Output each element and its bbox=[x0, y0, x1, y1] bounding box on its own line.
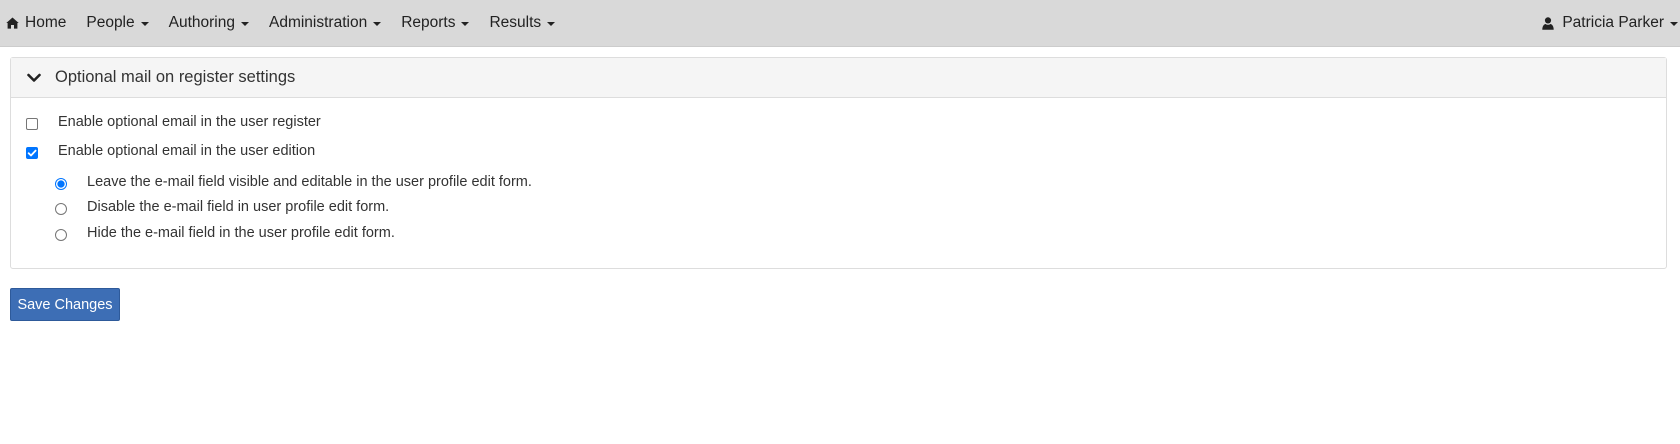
nav-item-reports[interactable]: Reports bbox=[391, 0, 479, 46]
save-changes-button[interactable]: Save Changes bbox=[10, 288, 120, 321]
nav-item-label: Authoring bbox=[168, 14, 235, 31]
panel-title: Optional mail on register settings bbox=[55, 68, 296, 86]
nav-item-label: Reports bbox=[401, 14, 456, 31]
enable-optional-email-register-label: Enable optional email in the user regist… bbox=[58, 114, 321, 130]
panel-heading[interactable]: Optional mail on register settings bbox=[11, 58, 1666, 98]
enable-optional-email-register-checkbox[interactable] bbox=[26, 118, 38, 130]
nav-item-authoring[interactable]: Authoring bbox=[159, 0, 259, 46]
user-menu-toggle[interactable]: Patricia Parker bbox=[1534, 0, 1680, 46]
nav-item-results[interactable]: Results bbox=[479, 0, 565, 46]
nav-item-label: Home bbox=[25, 14, 67, 31]
email-hide-radio[interactable] bbox=[55, 229, 67, 241]
caret-down-icon bbox=[1670, 22, 1678, 26]
email-hide-label: Hide the e-mail field in the user profil… bbox=[87, 225, 395, 241]
caret-down-icon bbox=[140, 22, 149, 26]
nav-item-home[interactable]: Home bbox=[0, 0, 76, 46]
nav-item-label: People bbox=[86, 14, 135, 31]
user-name: Patricia Parker bbox=[1562, 14, 1664, 31]
home-icon bbox=[6, 17, 19, 29]
chevron-down-icon bbox=[27, 73, 41, 82]
user-menu: Patricia Parker bbox=[1534, 0, 1680, 46]
caret-down-icon bbox=[547, 22, 556, 26]
enable-optional-email-edition-label: Enable optional email in the user editio… bbox=[58, 143, 316, 159]
nav-item-label: Results bbox=[489, 14, 542, 31]
user-icon bbox=[1542, 16, 1555, 30]
email-disable-radio[interactable] bbox=[55, 203, 67, 215]
caret-down-icon bbox=[373, 22, 382, 26]
email-visible-editable-radio[interactable] bbox=[55, 178, 67, 190]
enable-optional-email-edition-checkbox[interactable] bbox=[26, 147, 38, 159]
settings-panel: Optional mail on register settings Enabl… bbox=[10, 57, 1667, 269]
email-visible-editable-label: Leave the e-mail field visible and edita… bbox=[87, 174, 532, 190]
top-navbar: Home People Authoring Administration Rep… bbox=[0, 0, 1680, 47]
caret-down-icon bbox=[240, 22, 249, 26]
nav-item-people[interactable]: People bbox=[76, 0, 158, 46]
nav-item-label: Administration bbox=[268, 14, 368, 31]
nav-menu: Home People Authoring Administration Rep… bbox=[0, 0, 565, 46]
email-disable-label: Disable the e-mail field in user profile… bbox=[87, 199, 390, 215]
nav-item-administration[interactable]: Administration bbox=[259, 0, 391, 46]
caret-down-icon bbox=[461, 22, 470, 26]
